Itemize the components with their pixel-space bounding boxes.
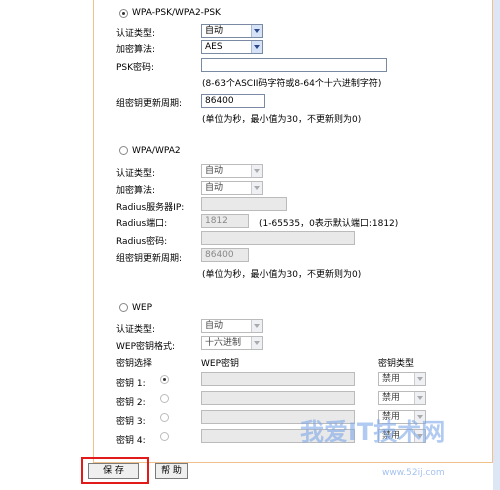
- security-settings-panel: WPA-PSK/WPA2-PSK 认证类型: 自动 加密算法: AES PSK密…: [93, 0, 493, 462]
- wep-key-label: 密钥 2:: [116, 398, 146, 408]
- wep-key-label: 密钥 1:: [116, 379, 146, 389]
- wep-key-input[interactable]: [201, 372, 355, 386]
- wpa-psk-enc-label: 加密算法:: [116, 45, 156, 55]
- wpa-psk-period-hint: (单位为秒，最小值为30，不更新则为0): [202, 115, 362, 125]
- wep-auth-select[interactable]: 自动: [201, 319, 263, 333]
- chevron-down-icon: [251, 320, 262, 332]
- wep-auth-label: 认证类型:: [116, 325, 156, 335]
- chevron-down-icon: [251, 337, 262, 349]
- chevron-down-icon: [251, 41, 262, 53]
- wep-key-label: 密钥 4:: [116, 436, 146, 446]
- wpa-psk-auth-select[interactable]: 自动: [201, 24, 263, 38]
- radius-port-value: 1812: [205, 216, 228, 226]
- wep-key-type-value: 禁用: [382, 393, 401, 403]
- wpa-psk-auth-label: 认证类型:: [116, 29, 156, 39]
- left-sidebar: [0, 0, 93, 490]
- wep-col-key-header: WEP密钥: [201, 359, 240, 369]
- wep-key-radio[interactable]: [160, 375, 169, 384]
- wpa-period-value: 86400: [205, 250, 234, 260]
- wpa-auth-value: 自动: [205, 166, 224, 176]
- watermark-url: www.52ij.com: [382, 468, 445, 478]
- wep-key-type-select[interactable]: 禁用: [378, 372, 426, 386]
- wpa-period-label: 组密钥更新周期:: [116, 254, 183, 264]
- radius-port-hint: (1-65535，0表示默认端口:1812): [259, 219, 399, 229]
- psk-password-input[interactable]: [201, 58, 387, 72]
- watermark-logo: 我爱IT技术网: [300, 418, 446, 446]
- wpa-auth-select[interactable]: 自动: [201, 164, 263, 178]
- chevron-down-icon: [251, 165, 262, 177]
- wep-auth-value: 自动: [205, 321, 224, 331]
- wpa-period-input[interactable]: 86400: [201, 248, 249, 262]
- radius-port-input[interactable]: 1812: [201, 214, 249, 228]
- wpa-psk-radio[interactable]: [119, 9, 128, 18]
- wpa-auth-label: 认证类型:: [116, 169, 156, 179]
- wep-key-radio[interactable]: [160, 413, 169, 422]
- save-button-highlight: [81, 457, 149, 484]
- chevron-down-icon: [414, 392, 425, 404]
- radius-password-input[interactable]: [201, 231, 355, 245]
- wep-key-type-value: 禁用: [382, 374, 401, 384]
- wep-format-label: WEP密钥格式:: [116, 342, 176, 352]
- wep-key-radio[interactable]: [160, 394, 169, 403]
- wep-format-select[interactable]: 十六进制: [201, 336, 263, 350]
- wpa-enc-label: 加密算法:: [116, 186, 156, 196]
- wep-radio[interactable]: [119, 303, 128, 312]
- chevron-down-icon: [251, 25, 262, 37]
- wep-key-type-select[interactable]: 禁用: [378, 391, 426, 405]
- panel-divider: [93, 462, 493, 463]
- wep-key-radio[interactable]: [160, 432, 169, 441]
- psk-password-hint: (8-63个ASCII码字符或8-64个十六进制字符): [202, 79, 382, 89]
- right-scroll-gutter: [493, 0, 500, 490]
- wep-col-select-header: 密钥选择: [116, 359, 153, 369]
- help-button[interactable]: 帮 助: [155, 463, 188, 479]
- psk-password-label: PSK密码:: [116, 63, 155, 73]
- wpa-psk-enc-select[interactable]: AES: [201, 40, 263, 54]
- radius-port-label: Radius端口:: [116, 219, 168, 229]
- wpa-psk-enc-value: AES: [205, 42, 223, 52]
- wpa-enc-value: 自动: [205, 183, 224, 193]
- wep-col-type-header: 密钥类型: [378, 359, 415, 369]
- wpa-title: WPA/WPA2: [132, 146, 181, 156]
- wep-key-label: 密钥 3:: [116, 417, 146, 427]
- radius-password-label: Radius密码:: [116, 237, 168, 247]
- radius-ip-label: Radius服务器IP:: [116, 203, 185, 213]
- chevron-down-icon: [251, 182, 262, 194]
- wpa-psk-title: WPA-PSK/WPA2-PSK: [132, 8, 221, 18]
- wpa-enc-select[interactable]: 自动: [201, 181, 263, 195]
- wpa-psk-period-input[interactable]: 86400: [201, 94, 265, 108]
- wep-title: WEP: [132, 303, 153, 313]
- wpa-radio[interactable]: [119, 146, 128, 155]
- wpa-psk-period-value: 86400: [205, 96, 234, 106]
- chevron-down-icon: [414, 373, 425, 385]
- wep-format-value: 十六进制: [205, 338, 242, 348]
- wep-key-input[interactable]: [201, 391, 355, 405]
- wpa-psk-auth-value: 自动: [205, 26, 224, 36]
- wpa-period-hint: (单位为秒，最小值为30，不更新则为0): [202, 270, 362, 280]
- wpa-psk-period-label: 组密钥更新周期:: [116, 99, 183, 109]
- radius-ip-input[interactable]: [201, 197, 287, 211]
